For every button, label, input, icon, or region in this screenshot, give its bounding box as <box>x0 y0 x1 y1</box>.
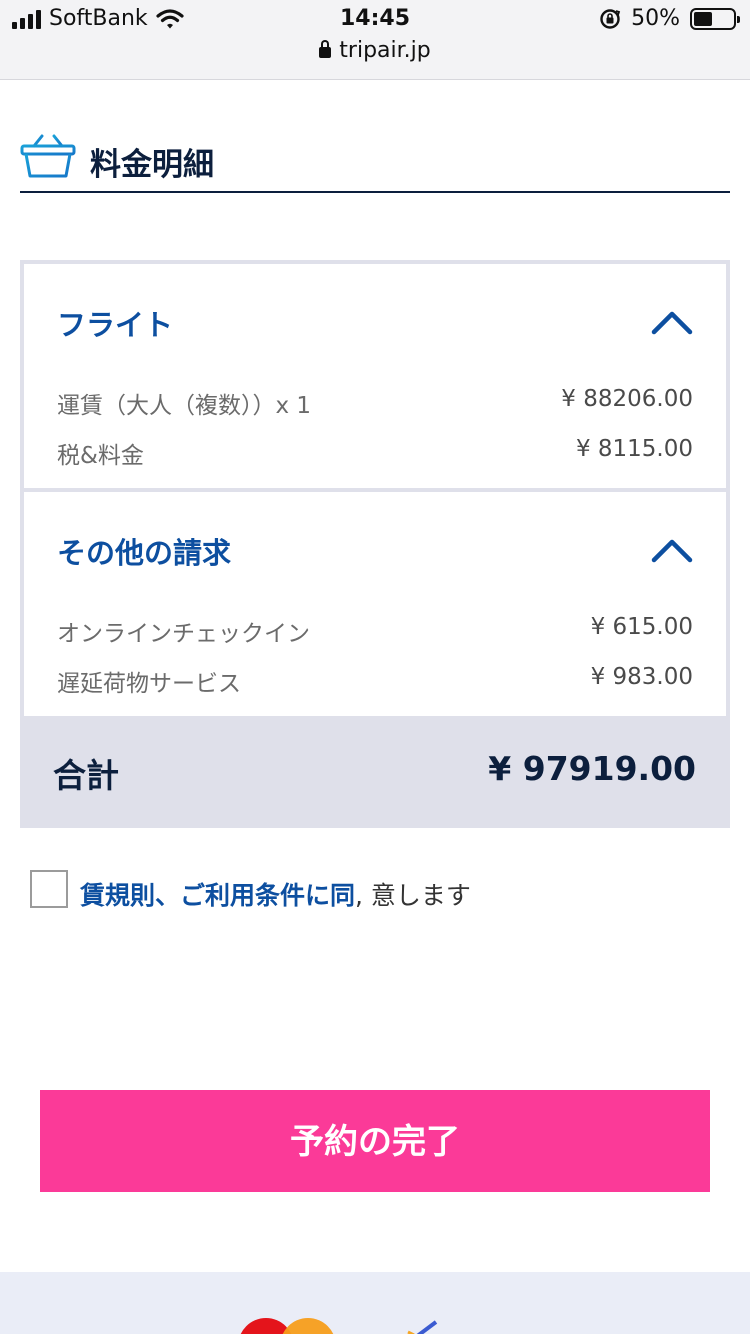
flight-panel: フライト 運賃（大人（複数））x 1 ¥ 88206.00 税&料金 ¥ 811… <box>24 264 726 488</box>
status-right: 50% <box>599 6 740 31</box>
fare-value: ¥ 88206.00 <box>561 386 693 412</box>
url-text: tripair.jp <box>339 38 431 63</box>
delayed-baggage-value: ¥ 983.00 <box>590 664 693 690</box>
terms-rest-text: , 意します <box>355 881 471 910</box>
fare-label: 運賃（大人（複数））x 1 <box>57 393 312 419</box>
orientation-lock-icon <box>600 8 621 29</box>
other-charges-panel: その他の請求 オンラインチェックイン ¥ 615.00 遅延荷物サービス ¥ 9… <box>24 492 726 716</box>
terms-link[interactable]: 賃規則、ご利用条件に同 <box>80 881 355 910</box>
battery-percent: 50% <box>631 6 680 31</box>
complete-booking-button[interactable]: 予約の完了 <box>40 1090 710 1192</box>
delayed-baggage-row: 遅延荷物サービス ¥ 983.00 <box>57 664 693 698</box>
chevron-up-icon[interactable] <box>650 308 694 336</box>
other-charges-title: その他の請求 <box>57 536 232 570</box>
basket-icon <box>20 134 76 178</box>
mastercard-logo-icon-2 <box>280 1318 336 1334</box>
total-row: 合計 ¥ 97919.00 <box>20 716 730 828</box>
fare-row: 運賃（大人（複数））x 1 ¥ 88206.00 <box>57 386 693 420</box>
total-label: 合計 <box>53 756 119 795</box>
tax-value: ¥ 8115.00 <box>575 436 693 462</box>
tax-row: 税&料金 ¥ 8115.00 <box>57 436 693 470</box>
price-details-header: 料金明細 <box>20 125 730 193</box>
terms-agreement: 賃規則、ご利用条件に同, 意します <box>30 870 730 910</box>
chevron-up-icon[interactable] <box>650 536 694 564</box>
page-title: 料金明細 <box>90 147 214 183</box>
tax-label: 税&料金 <box>57 443 144 469</box>
url-bar[interactable]: tripair.jp <box>0 38 750 63</box>
online-checkin-row: オンラインチェックイン ¥ 615.00 <box>57 614 693 648</box>
status-bar: SoftBank 14:45 50% tripair.jp <box>0 0 750 80</box>
payment-logos-footer <box>0 1272 750 1334</box>
lock-icon <box>319 40 332 58</box>
delayed-baggage-label: 遅延荷物サービス <box>57 671 241 697</box>
flight-title: フライト <box>57 308 174 342</box>
terms-text: 賃規則、ご利用条件に同, 意します <box>80 876 471 912</box>
online-checkin-value: ¥ 615.00 <box>590 614 693 640</box>
price-card: フライト 運賃（大人（複数））x 1 ¥ 88206.00 税&料金 ¥ 811… <box>20 260 730 828</box>
battery-icon <box>690 7 740 30</box>
check-logo-icon <box>407 1320 438 1334</box>
total-value: ¥ 97919.00 <box>488 749 696 788</box>
terms-checkbox[interactable] <box>30 870 68 908</box>
online-checkin-label: オンラインチェックイン <box>57 621 310 647</box>
